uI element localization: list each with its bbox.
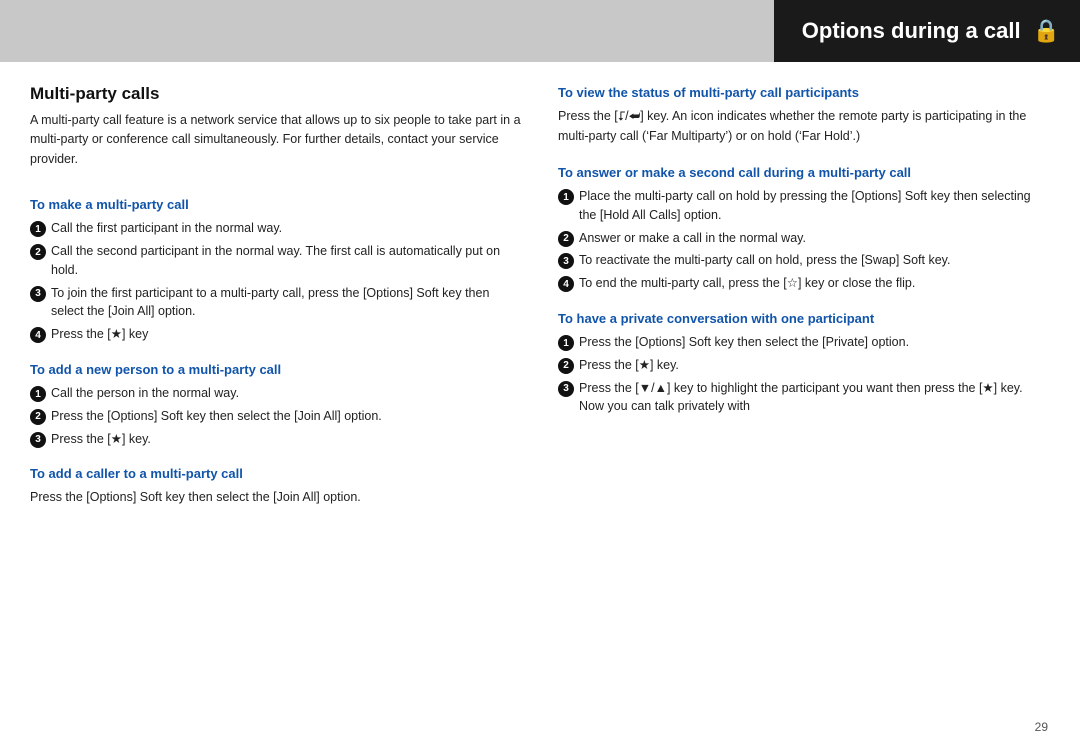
step-num-1: 1	[30, 221, 46, 237]
section-view-status: To view the status of multi-party call p…	[558, 84, 1050, 151]
left-column: Multi-party calls A multi-party call fea…	[30, 84, 522, 736]
step-num-1: 1	[558, 335, 574, 351]
step-text: Call the person in the normal way.	[51, 384, 239, 403]
step-num-4: 4	[558, 276, 574, 292]
step-text: To join the first participant to a multi…	[51, 284, 522, 322]
step-num-3: 3	[558, 381, 574, 397]
list-item: 2 Answer or make a call in the normal wa…	[558, 229, 1050, 248]
list-item: 3 Press the [★] key.	[30, 430, 522, 449]
section-make-multiparty-steps: 1 Call the first participant in the norm…	[30, 219, 522, 344]
header: Options during a call 🔒	[0, 0, 1080, 62]
section-private-conversation-title: To have a private conversation with one …	[558, 310, 1050, 328]
list-item: 2 Press the [Options] Soft key then sele…	[30, 407, 522, 426]
list-item: 3 To reactivate the multi-party call on …	[558, 251, 1050, 270]
section-make-multiparty: To make a multi-party call 1 Call the fi…	[30, 196, 522, 348]
step-num-1: 1	[30, 386, 46, 402]
step-text: Call the first participant in the normal…	[51, 219, 282, 238]
list-item: 1 Call the person in the normal way.	[30, 384, 522, 403]
page-number: 29	[1035, 720, 1048, 734]
step-num-1: 1	[558, 189, 574, 205]
section-view-status-text: Press the [⮦/⮨] key. An icon indicates w…	[558, 107, 1050, 146]
list-item: 3 Press the [▼/▲] key to highlight the p…	[558, 379, 1050, 417]
list-item: 1 Place the multi-party call on hold by …	[558, 187, 1050, 225]
step-text: Answer or make a call in the normal way.	[579, 229, 806, 248]
main-section-title: Multi-party calls	[30, 84, 522, 104]
list-item: 4 To end the multi-party call, press the…	[558, 274, 1050, 293]
step-text: Press the [★] key	[51, 325, 148, 344]
step-num-3: 3	[30, 432, 46, 448]
section-add-new-person-title: To add a new person to a multi-party cal…	[30, 361, 522, 379]
step-num-4: 4	[30, 327, 46, 343]
step-text: Call the second participant in the norma…	[51, 242, 522, 280]
section-add-caller-title: To add a caller to a multi-party call	[30, 465, 522, 483]
section-add-new-person: To add a new person to a multi-party cal…	[30, 361, 522, 452]
list-item: 4 Press the [★] key	[30, 325, 522, 344]
list-item: 1 Press the [Options] Soft key then sele…	[558, 333, 1050, 352]
step-num-3: 3	[30, 286, 46, 302]
list-item: 1 Call the first participant in the norm…	[30, 219, 522, 238]
section-add-new-person-steps: 1 Call the person in the normal way. 2 P…	[30, 384, 522, 448]
step-text: Press the [Options] Soft key then select…	[579, 333, 909, 352]
section-view-status-title: To view the status of multi-party call p…	[558, 84, 1050, 102]
section-add-caller: To add a caller to a multi-party call Pr…	[30, 465, 522, 513]
list-item: 2 Press the [★] key.	[558, 356, 1050, 375]
step-num-3: 3	[558, 253, 574, 269]
step-num-2: 2	[558, 358, 574, 374]
section-private-conversation: To have a private conversation with one …	[558, 310, 1050, 420]
step-num-2: 2	[30, 409, 46, 425]
main-section: Multi-party calls A multi-party call fea…	[30, 84, 522, 183]
page-title: Options during a call	[802, 18, 1021, 44]
lock-icon: 🔒	[1033, 18, 1060, 44]
step-text: To reactivate the multi-party call on ho…	[579, 251, 950, 270]
right-column: To view the status of multi-party call p…	[558, 84, 1050, 736]
step-num-2: 2	[30, 244, 46, 260]
step-text: Press the [★] key.	[51, 430, 151, 449]
step-text: Press the [▼/▲] key to highlight the par…	[579, 379, 1050, 417]
list-item: 3 To join the first participant to a mul…	[30, 284, 522, 322]
section-answer-second-call-title: To answer or make a second call during a…	[558, 164, 1050, 182]
header-title-box: Options during a call 🔒	[774, 0, 1080, 62]
section-add-caller-text: Press the [Options] Soft key then select…	[30, 488, 522, 507]
step-text: Place the multi-party call on hold by pr…	[579, 187, 1050, 225]
section-make-multiparty-title: To make a multi-party call	[30, 196, 522, 214]
section-private-conversation-steps: 1 Press the [Options] Soft key then sele…	[558, 333, 1050, 416]
list-item: 2 Call the second participant in the nor…	[30, 242, 522, 280]
main-section-intro: A multi-party call feature is a network …	[30, 111, 522, 169]
step-text: Press the [Options] Soft key then select…	[51, 407, 382, 426]
step-num-2: 2	[558, 231, 574, 247]
step-text: Press the [★] key.	[579, 356, 679, 375]
step-text: To end the multi-party call, press the […	[579, 274, 915, 293]
section-answer-second-call: To answer or make a second call during a…	[558, 164, 1050, 297]
section-answer-second-call-steps: 1 Place the multi-party call on hold by …	[558, 187, 1050, 293]
